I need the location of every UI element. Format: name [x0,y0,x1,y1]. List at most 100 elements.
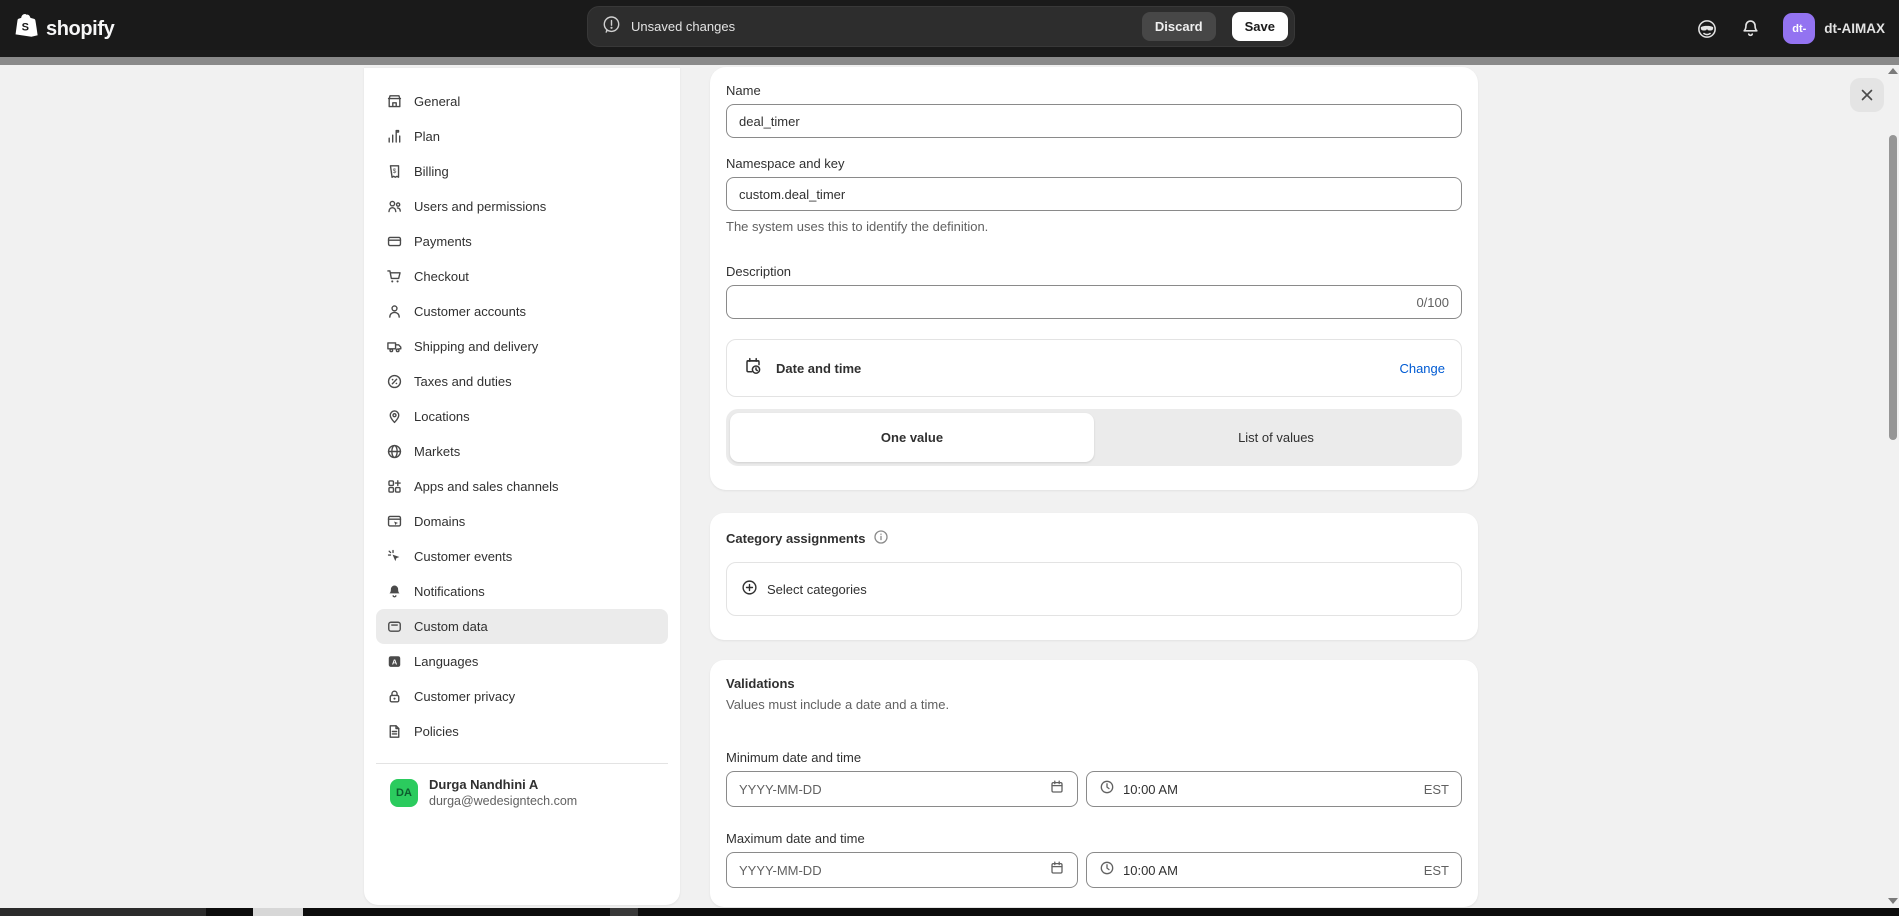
min-datetime-row: EST [726,771,1462,807]
unsaved-changes-text: Unsaved changes [631,19,735,34]
name-field-wrap [726,104,1462,138]
user-email: durga@wedesigntech.com [429,793,577,809]
definition-card: Name Namespace and key The system uses t… [710,67,1478,490]
lock-icon [386,688,403,705]
max-date-field [726,852,1078,888]
sidebar-item-payments[interactable]: Payments [376,224,668,259]
close-button[interactable] [1850,78,1884,112]
save-button[interactable]: Save [1232,12,1288,41]
sidebar-item-checkout[interactable]: Checkout [376,259,668,294]
name-label: Name [726,83,1462,98]
translate-icon: A [386,653,403,670]
calendar-icon[interactable] [1049,779,1065,800]
content-type-row: Date and time Change [726,339,1462,397]
info-icon[interactable] [873,529,889,548]
sidebar-item-billing[interactable]: $ Billing [376,154,668,189]
bottom-edge-bar [0,908,1899,916]
value-mode-segmented-control: One value List of values [726,409,1462,466]
namespace-label: Namespace and key [726,156,1462,171]
char-counter: 0/100 [1416,295,1449,310]
sidebar-item-shipping[interactable]: Shipping and delivery [376,329,668,364]
max-time-field: EST [1086,852,1462,888]
plus-circle-icon [741,579,758,599]
sidebar-item-custom-data[interactable]: Custom data [376,609,668,644]
users-icon [386,198,403,215]
min-timezone-suffix: EST [1424,782,1449,797]
topbar: S shopify Unsaved changes Discard Save [0,0,1899,57]
sidebar-item-customer-accounts[interactable]: Customer accounts [376,294,668,329]
payments-card-icon [386,233,403,250]
store-icon [386,93,403,110]
namespace-field-wrap [726,177,1462,211]
cursor-click-icon [386,548,403,565]
settings-sidebar: General Plan $ Billing Users and permiss… [364,67,680,905]
change-type-link[interactable]: Change [1399,361,1445,376]
min-datetime-label: Minimum date and time [726,750,1462,765]
store-name: dt-AIMAX [1824,21,1885,36]
namespace-input[interactable] [739,187,1449,202]
sidebar-item-notifications[interactable]: Notifications [376,574,668,609]
select-categories-button[interactable]: Select categories [726,562,1462,616]
alert-circle-icon [602,15,621,39]
sidebar-item-apps[interactable]: Apps and sales channels [376,469,668,504]
namespace-help-text: The system uses this to identify the def… [726,219,1462,234]
topbar-right: dt- dt-AIMAX [1696,0,1885,57]
bell-icon [386,583,403,600]
sidebar-item-users-permissions[interactable]: Users and permissions [376,189,668,224]
scrollbar-thumb[interactable] [1889,135,1897,440]
category-assignments-title: Category assignments [726,531,865,546]
sidebar-item-policies[interactable]: Policies [376,714,668,749]
sidebar-item-general[interactable]: General [376,84,668,119]
shopify-logo: S shopify [14,13,114,46]
custom-data-icon [386,618,403,635]
sidebar-item-domains[interactable]: Domains [376,504,668,539]
user-avatar: DA [390,779,418,807]
unsaved-changes-bar: Unsaved changes Discard Save [587,6,1295,47]
description-label: Description [726,264,1462,279]
sidebar-item-locations[interactable]: Locations [376,399,668,434]
sidebar-item-customer-events[interactable]: Customer events [376,539,668,574]
sidebar-user-footer[interactable]: DA Durga Nandhini A durga@wedesigntech.c… [376,763,668,821]
plan-chart-icon [386,128,403,145]
min-date-input[interactable] [739,782,1041,797]
segment-list-of-values[interactable]: List of values [1094,413,1458,462]
min-time-input[interactable] [1123,782,1416,797]
max-time-input[interactable] [1123,863,1416,878]
location-pin-icon [386,408,403,425]
name-input[interactable] [739,114,1449,129]
max-datetime-row: EST [726,852,1462,888]
calendar-clock-icon [743,356,763,381]
calendar-icon[interactable] [1049,860,1065,881]
sidebar-item-taxes[interactable]: Taxes and duties [376,364,668,399]
settings-nav: General Plan $ Billing Users and permiss… [364,68,680,821]
clock-icon [1099,779,1115,800]
sidekick-assistant-icon[interactable] [1696,18,1718,40]
notifications-bell-icon[interactable] [1740,18,1761,39]
scrollbar-up-arrow[interactable] [1888,68,1898,74]
shopify-bag-icon: S [14,13,39,46]
description-input[interactable] [739,295,1408,310]
person-icon [386,303,403,320]
sidebar-item-customer-privacy[interactable]: Customer privacy [376,679,668,714]
metafield-definition-panel: Name Namespace and key The system uses t… [710,67,1478,907]
cart-icon [386,268,403,285]
billing-receipt-icon: $ [386,163,403,180]
discard-button[interactable]: Discard [1142,12,1216,41]
sidebar-item-plan[interactable]: Plan [376,119,668,154]
scrollbar-down-arrow[interactable] [1888,898,1898,904]
category-assignments-card: Category assignments Select categories [710,513,1478,640]
max-timezone-suffix: EST [1424,863,1449,878]
apps-grid-icon [386,478,403,495]
globe-icon [386,443,403,460]
max-date-input[interactable] [739,863,1041,878]
document-icon [386,723,403,740]
sidebar-item-markets[interactable]: Markets [376,434,668,469]
sidebar-item-languages[interactable]: A Languages [376,644,668,679]
clock-icon [1099,860,1115,881]
min-time-field: EST [1086,771,1462,807]
svg-text:S: S [22,22,29,34]
account-menu[interactable]: dt- dt-AIMAX [1783,13,1885,44]
segment-one-value[interactable]: One value [730,413,1094,462]
svg-text:$: $ [393,168,397,175]
validations-card: Validations Values must include a date a… [710,660,1478,907]
